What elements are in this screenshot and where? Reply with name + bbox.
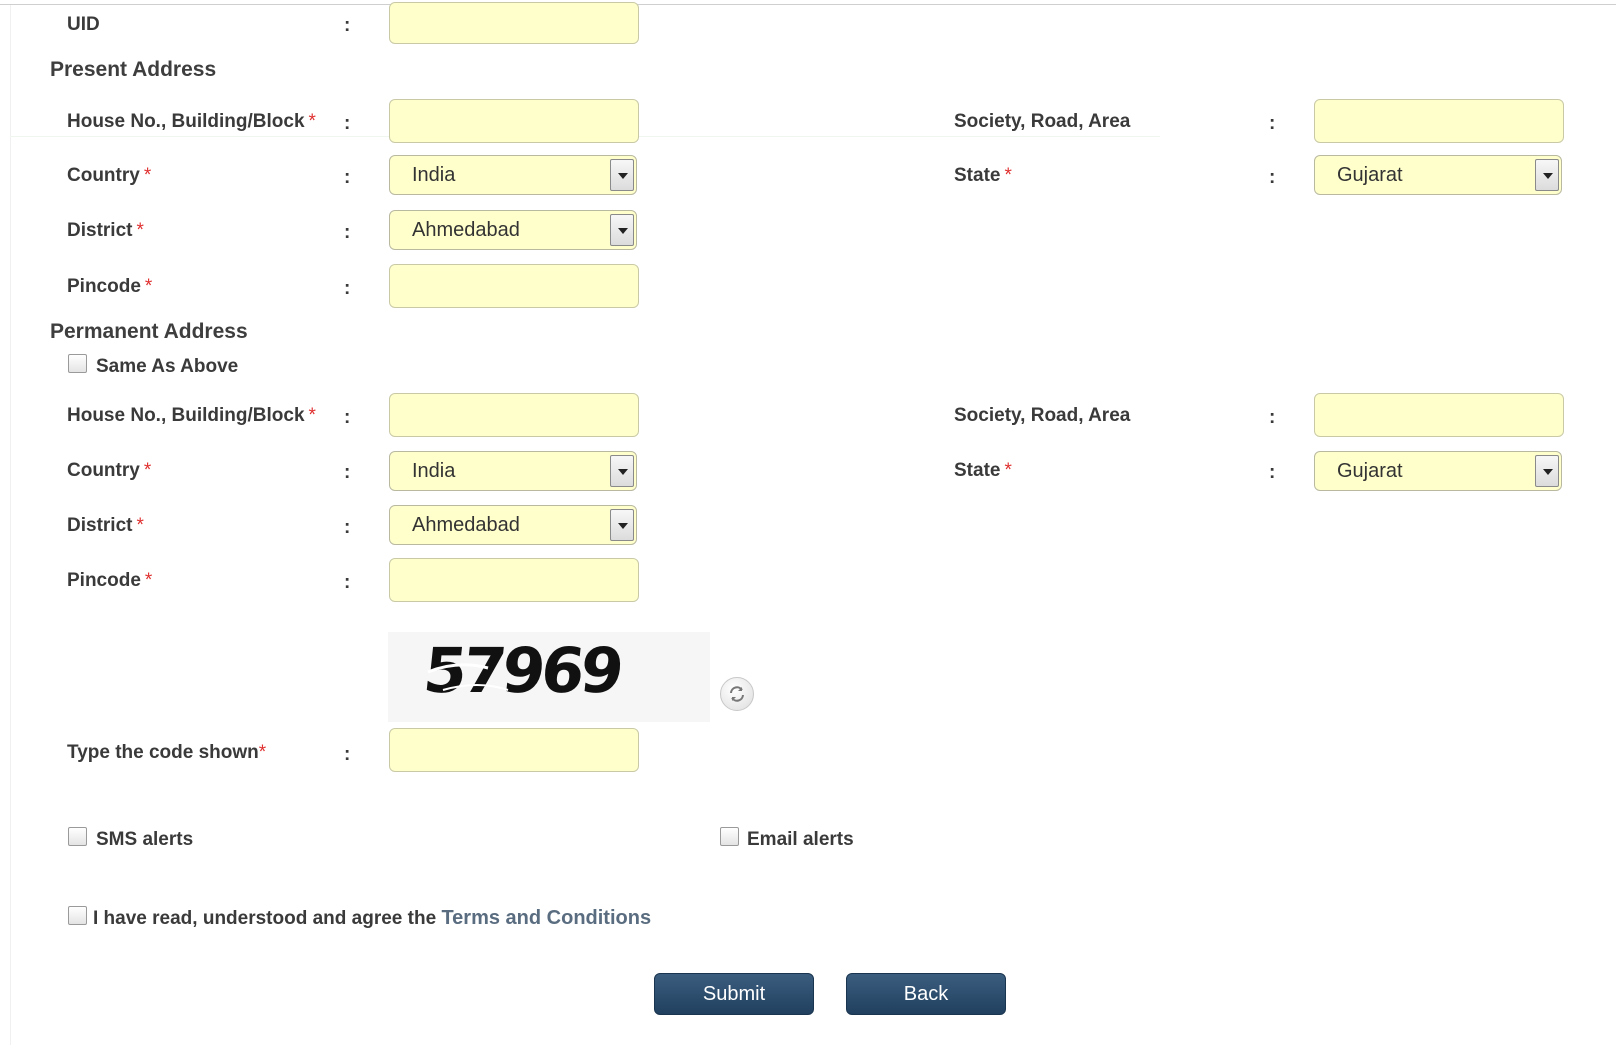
permanent-pincode-input[interactable] [389, 558, 639, 602]
top-border [0, 4, 1616, 5]
colon: : [344, 278, 351, 299]
present-country-value: India [412, 164, 456, 186]
chevron-down-icon[interactable] [1535, 159, 1559, 191]
colon: : [344, 222, 351, 243]
sms-alerts-checkbox[interactable] [68, 827, 87, 846]
colon: : [1269, 167, 1276, 188]
colon: : [344, 167, 351, 188]
back-button[interactable]: Back [846, 973, 1006, 1015]
permanent-state-label: State * [954, 460, 1012, 481]
present-house-input[interactable] [389, 99, 639, 143]
colon: : [344, 113, 351, 134]
permanent-address-heading: Permanent Address [50, 320, 248, 343]
permanent-society-label: Society, Road, Area [954, 405, 1131, 426]
present-district-label: District * [67, 220, 144, 241]
chevron-down-icon[interactable] [1535, 455, 1559, 487]
permanent-country-label: Country * [67, 460, 152, 481]
refresh-icon[interactable] [720, 677, 754, 711]
colon: : [1269, 462, 1276, 483]
present-country-label: Country * [67, 165, 152, 186]
colon: : [344, 407, 351, 428]
permanent-district-value: Ahmedabad [412, 514, 520, 536]
same-as-above-checkbox[interactable] [68, 354, 87, 373]
present-state-value: Gujarat [1337, 164, 1403, 186]
uid-input[interactable] [389, 2, 639, 44]
permanent-pincode-label: Pincode * [67, 570, 153, 591]
colon: : [1269, 407, 1276, 428]
chevron-down-icon[interactable] [610, 159, 634, 191]
chevron-down-icon[interactable] [610, 214, 634, 246]
present-address-heading: Present Address [50, 58, 217, 81]
permanent-country-value: India [412, 460, 456, 482]
colon: : [1269, 113, 1276, 134]
left-border [10, 5, 11, 1045]
present-country-select[interactable]: India [389, 155, 637, 195]
colon: : [344, 744, 351, 765]
colon: : [344, 15, 351, 36]
present-state-label: State * [954, 165, 1012, 186]
colon: : [344, 572, 351, 593]
colon: : [344, 517, 351, 538]
sms-alerts-label: SMS alerts [96, 829, 194, 850]
permanent-house-label: House No., Building/Block * [67, 405, 316, 426]
present-society-label: Society, Road, Area [954, 111, 1131, 132]
present-district-select[interactable]: Ahmedabad [389, 210, 637, 250]
terms-checkbox[interactable] [68, 906, 87, 925]
uid-label: UID [67, 14, 100, 35]
colon: : [344, 462, 351, 483]
captcha-code: 57969 [420, 634, 624, 707]
permanent-district-label: District * [67, 515, 144, 536]
submit-button[interactable]: Submit [654, 973, 814, 1015]
terms-statement: I have read, understood and agree the Te… [93, 907, 651, 930]
permanent-country-select[interactable]: India [389, 451, 637, 491]
chevron-down-icon[interactable] [610, 455, 634, 487]
same-as-above-label: Same As Above [96, 356, 239, 377]
present-pincode-label: Pincode * [67, 276, 153, 297]
terms-prefix: I have read, understood and agree the [93, 908, 437, 929]
permanent-society-input[interactable] [1314, 393, 1564, 437]
present-pincode-input[interactable] [389, 264, 639, 308]
permanent-state-value: Gujarat [1337, 460, 1403, 482]
permanent-house-input[interactable] [389, 393, 639, 437]
chevron-down-icon[interactable] [610, 509, 634, 541]
permanent-district-select[interactable]: Ahmedabad [389, 505, 637, 545]
present-district-value: Ahmedabad [412, 219, 520, 241]
captcha-input[interactable] [389, 728, 639, 772]
email-alerts-checkbox[interactable] [720, 827, 739, 846]
present-society-input[interactable] [1314, 99, 1564, 143]
terms-link[interactable]: Terms and Conditions [441, 907, 651, 929]
present-house-label: House No., Building/Block * [67, 111, 316, 132]
permanent-state-select[interactable]: Gujarat [1314, 451, 1562, 491]
present-state-select[interactable]: Gujarat [1314, 155, 1562, 195]
captcha-image: 57969 [388, 632, 710, 722]
email-alerts-label: Email alerts [747, 829, 854, 850]
captcha-type-label: Type the code shown* [67, 742, 267, 763]
